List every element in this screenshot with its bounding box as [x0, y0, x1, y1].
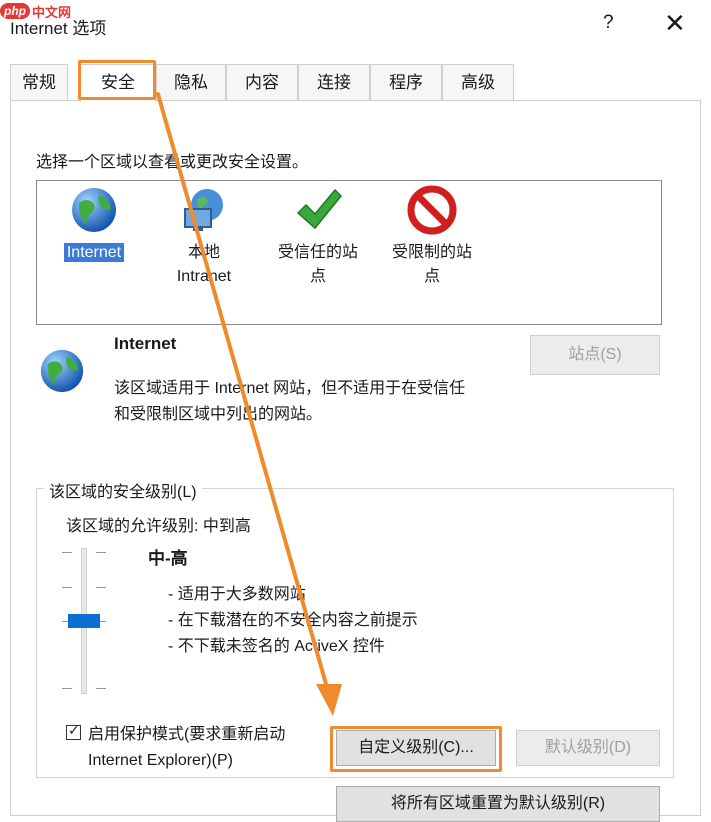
zone-internet-label: Internet: [39, 241, 149, 265]
selected-zone-name: Internet: [114, 334, 177, 353]
tab-general[interactable]: 常规: [10, 64, 68, 100]
checkmark-icon: [296, 188, 343, 230]
zone-restricted-label: 受限制的站 点: [391, 244, 472, 285]
intranet-icon: [184, 189, 223, 231]
tab-connections[interactable]: 连接: [298, 64, 370, 100]
protected-mode-label[interactable]: 启用保护模式(要求重新启动 Internet Explorer)(P): [88, 722, 285, 774]
zone-trusted-label: 受信任的站 点: [277, 244, 358, 285]
zone-restricted-sites[interactable]: 受限制的站 点: [377, 181, 487, 321]
zone-internet[interactable]: Internet: [39, 181, 149, 321]
tab-security[interactable]: 安全: [80, 64, 156, 102]
selected-zone-description: 该区域适用于 Internet 网站，但不适用于在受信任 和受限制区域中列出的网…: [114, 380, 466, 423]
slider-tick: [96, 552, 106, 553]
security-level-slider-thumb[interactable]: [68, 614, 100, 628]
window-title: Internet 选项: [10, 19, 107, 38]
default-level-button[interactable]: 默认级别(D): [516, 730, 660, 766]
slider-tick: [96, 587, 106, 588]
protected-mode-checkbox[interactable]: ✓: [66, 722, 81, 740]
globe-icon: [72, 188, 116, 232]
allowed-levels-text: 该区域的允许级别: 中到高: [66, 518, 251, 535]
tab-privacy[interactable]: 隐私: [156, 64, 226, 100]
level-bullet: - 适用于大多数网站: [168, 586, 306, 603]
security-level-name: 中-高: [148, 549, 188, 568]
zone-instruction: 选择一个区域以查看或更改安全设置。: [36, 154, 309, 171]
security-level-group-title: 该区域的安全级别(L): [44, 478, 202, 502]
zone-intranet-label: 本地 Intranet: [176, 244, 232, 285]
reset-all-zones-button[interactable]: 将所有区域重置为默认级别(R): [336, 786, 660, 822]
zone-local-intranet[interactable]: 本地 Intranet: [149, 181, 259, 321]
sites-button[interactable]: 站点(S): [530, 335, 660, 375]
zone-list: Internet 本地 Intranet 受信任的站 点 受限制的站 点: [36, 180, 662, 325]
tab-content[interactable]: 内容: [226, 64, 298, 100]
globe-icon: [40, 349, 84, 393]
level-bullet: - 在下载潜在的不安全内容之前提示: [168, 612, 418, 629]
slider-tick: [62, 552, 72, 553]
restricted-icon: [407, 185, 457, 235]
slider-tick: [62, 688, 72, 689]
tab-programs[interactable]: 程序: [370, 64, 442, 100]
check-icon: ✓: [68, 722, 80, 738]
level-bullet: - 不下载未签名的 ActiveX 控件: [168, 638, 385, 655]
slider-tick: [96, 688, 106, 689]
slider-tick: [62, 587, 72, 588]
custom-level-button[interactable]: 自定义级别(C)...: [336, 730, 496, 766]
tab-advanced[interactable]: 高级: [442, 64, 514, 100]
close-button[interactable]: ✕: [664, 8, 686, 38]
help-button[interactable]: ?: [603, 12, 614, 34]
zone-trusted-sites[interactable]: 受信任的站 点: [263, 181, 373, 321]
